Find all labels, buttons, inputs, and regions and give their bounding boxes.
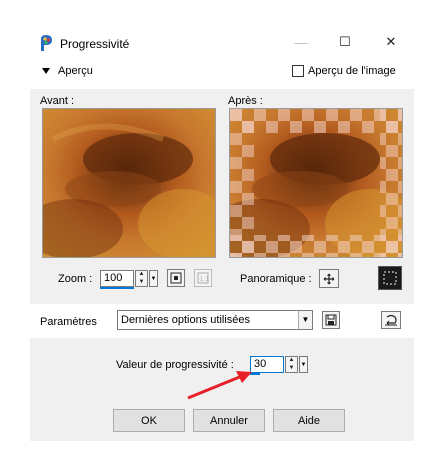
close-icon: ✕ xyxy=(385,34,397,49)
cancel-button[interactable]: Annuler xyxy=(193,409,265,432)
progressivity-dropdown-icon[interactable]: ▼ xyxy=(299,356,308,373)
apercu-toggle-label[interactable]: Aperçu xyxy=(58,65,93,77)
save-preset-button[interactable] xyxy=(322,311,340,329)
annotation-arrow-icon xyxy=(187,371,252,400)
help-button[interactable]: Aide xyxy=(273,409,345,432)
marquee-icon xyxy=(383,271,397,285)
save-icon xyxy=(325,314,337,326)
progressivity-spinner[interactable]: ▲ ▼ xyxy=(285,356,298,373)
zoom-focus-underline xyxy=(100,287,134,289)
zoom-actual-size-button[interactable]: 1:1 xyxy=(194,269,212,287)
reset-icon xyxy=(385,314,397,326)
zoom-dropdown-icon[interactable]: ▼ xyxy=(149,270,158,287)
chevron-down-icon[interactable]: ▼ xyxy=(298,311,312,329)
marquee-select-button[interactable] xyxy=(378,266,402,290)
preset-select-value: Dernières options utilisées xyxy=(121,314,251,326)
collapse-triangle-icon[interactable] xyxy=(42,68,50,74)
image-preview-label: Aperçu de l'image xyxy=(308,65,396,77)
before-label: Avant : xyxy=(40,95,75,107)
after-label: Après : xyxy=(228,95,263,107)
minimize-button[interactable]: — xyxy=(286,30,316,54)
reset-button[interactable] xyxy=(381,311,401,329)
close-button[interactable]: ✕ xyxy=(376,30,406,54)
zoom-fit-icon xyxy=(170,272,182,284)
zoom-label: Zoom : xyxy=(58,273,93,285)
ok-button[interactable]: OK xyxy=(113,409,185,432)
app-icon xyxy=(41,35,52,51)
params-label: Paramètres xyxy=(40,316,97,328)
svg-text:1:1: 1:1 xyxy=(200,276,210,283)
pan-label: Panoramique : xyxy=(240,273,312,285)
after-preview-image[interactable] xyxy=(229,108,403,258)
preset-select[interactable]: Dernières options utilisées ▼ xyxy=(117,310,313,330)
maximize-button[interactable]: ☐ xyxy=(330,30,360,54)
zoom-fit-button[interactable] xyxy=(167,269,185,287)
before-preview-image[interactable] xyxy=(42,108,216,258)
maximize-icon: ☐ xyxy=(339,34,351,49)
zoom-input[interactable]: 100 xyxy=(100,270,134,287)
minimize-icon: — xyxy=(294,34,308,50)
actual-size-icon: 1:1 xyxy=(197,272,209,284)
pan-move-icon xyxy=(323,273,335,284)
window-title: Progressivité xyxy=(60,37,130,51)
zoom-spinner[interactable]: ▲ ▼ xyxy=(135,270,148,287)
image-preview-checkbox[interactable] xyxy=(292,65,304,77)
pan-button[interactable] xyxy=(319,269,339,288)
